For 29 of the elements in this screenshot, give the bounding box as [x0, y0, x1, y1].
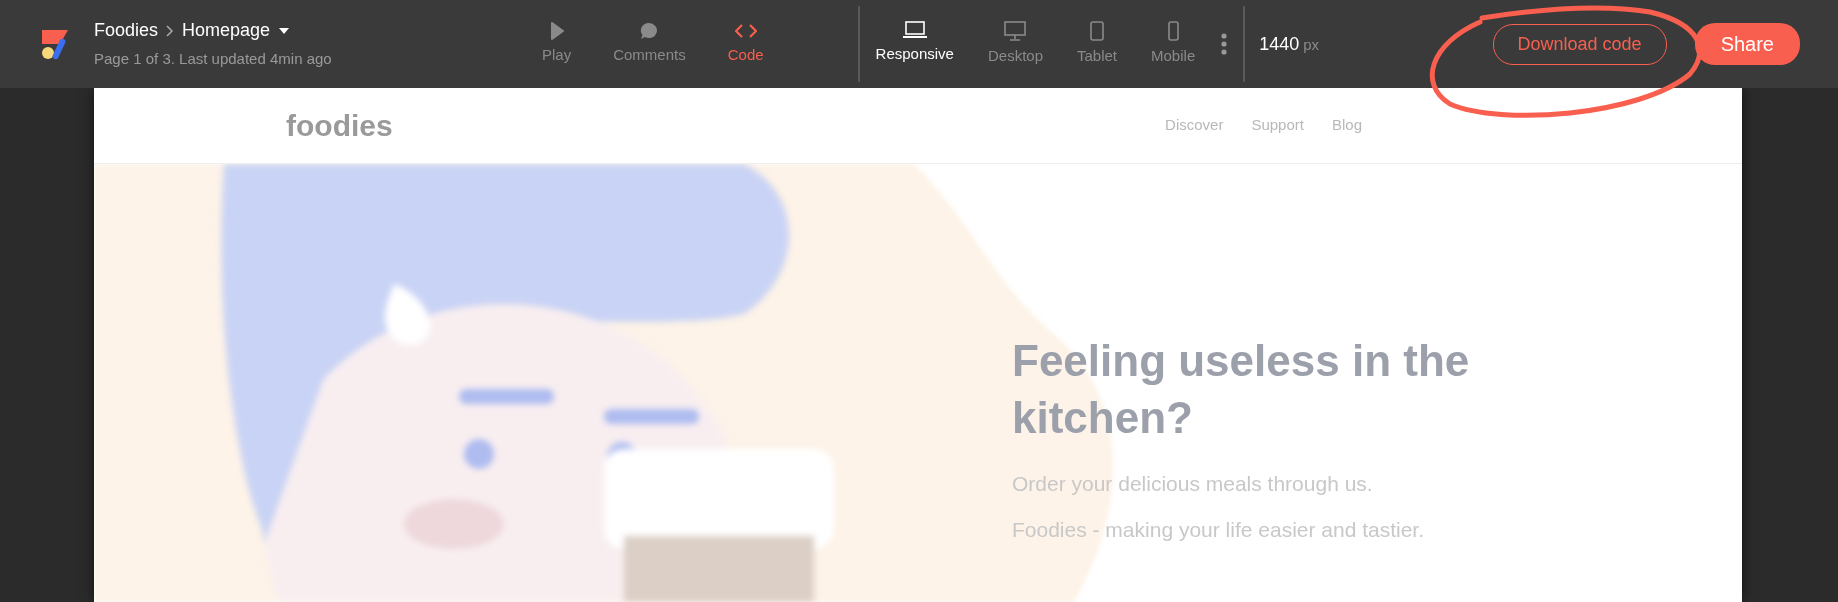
view-mode-tab[interactable]: Code — [727, 21, 764, 67]
chevron-right-icon — [166, 24, 175, 37]
view-mode-tab[interactable]: Play — [542, 21, 572, 67]
play-icon — [549, 21, 564, 40]
page-name[interactable]: Homepage — [182, 17, 271, 45]
phone-icon — [1167, 20, 1179, 41]
project-name[interactable]: Foodies — [94, 17, 159, 45]
device-tab[interactable]: Tablet — [1077, 20, 1118, 68]
device-tab[interactable]: Responsive — [875, 20, 954, 68]
code-icon — [734, 21, 757, 40]
site-nav-link[interactable]: Support — [1251, 114, 1304, 137]
tablet-icon — [1090, 20, 1104, 41]
download-button[interactable]: Download code — [1492, 23, 1667, 65]
device-tab[interactable]: Desktop — [987, 20, 1043, 68]
site-nav-link[interactable]: Discover — [1165, 114, 1224, 137]
view-mode-tab[interactable]: Comments — [613, 21, 686, 67]
speech-bubble-icon — [640, 21, 659, 40]
page-info-text: Page 1 of 3. Last updated 4min ago — [94, 49, 332, 70]
hero-heading: Feeling useless in the kitchen? — [1012, 335, 1471, 445]
monitor-icon — [1004, 20, 1027, 41]
site-logo: foodies — [286, 108, 393, 144]
dropdown-caret-icon[interactable] — [278, 26, 291, 35]
share-button[interactable]: Share — [1694, 23, 1800, 65]
laptop-icon — [901, 20, 928, 39]
site-nav-link[interactable]: Blog — [1331, 114, 1362, 137]
device-tab[interactable]: Mobile — [1151, 20, 1196, 68]
width-value[interactable]: 1440 — [1259, 30, 1300, 58]
width-unit: px — [1303, 34, 1320, 55]
more-options-icon[interactable] — [1221, 33, 1228, 55]
